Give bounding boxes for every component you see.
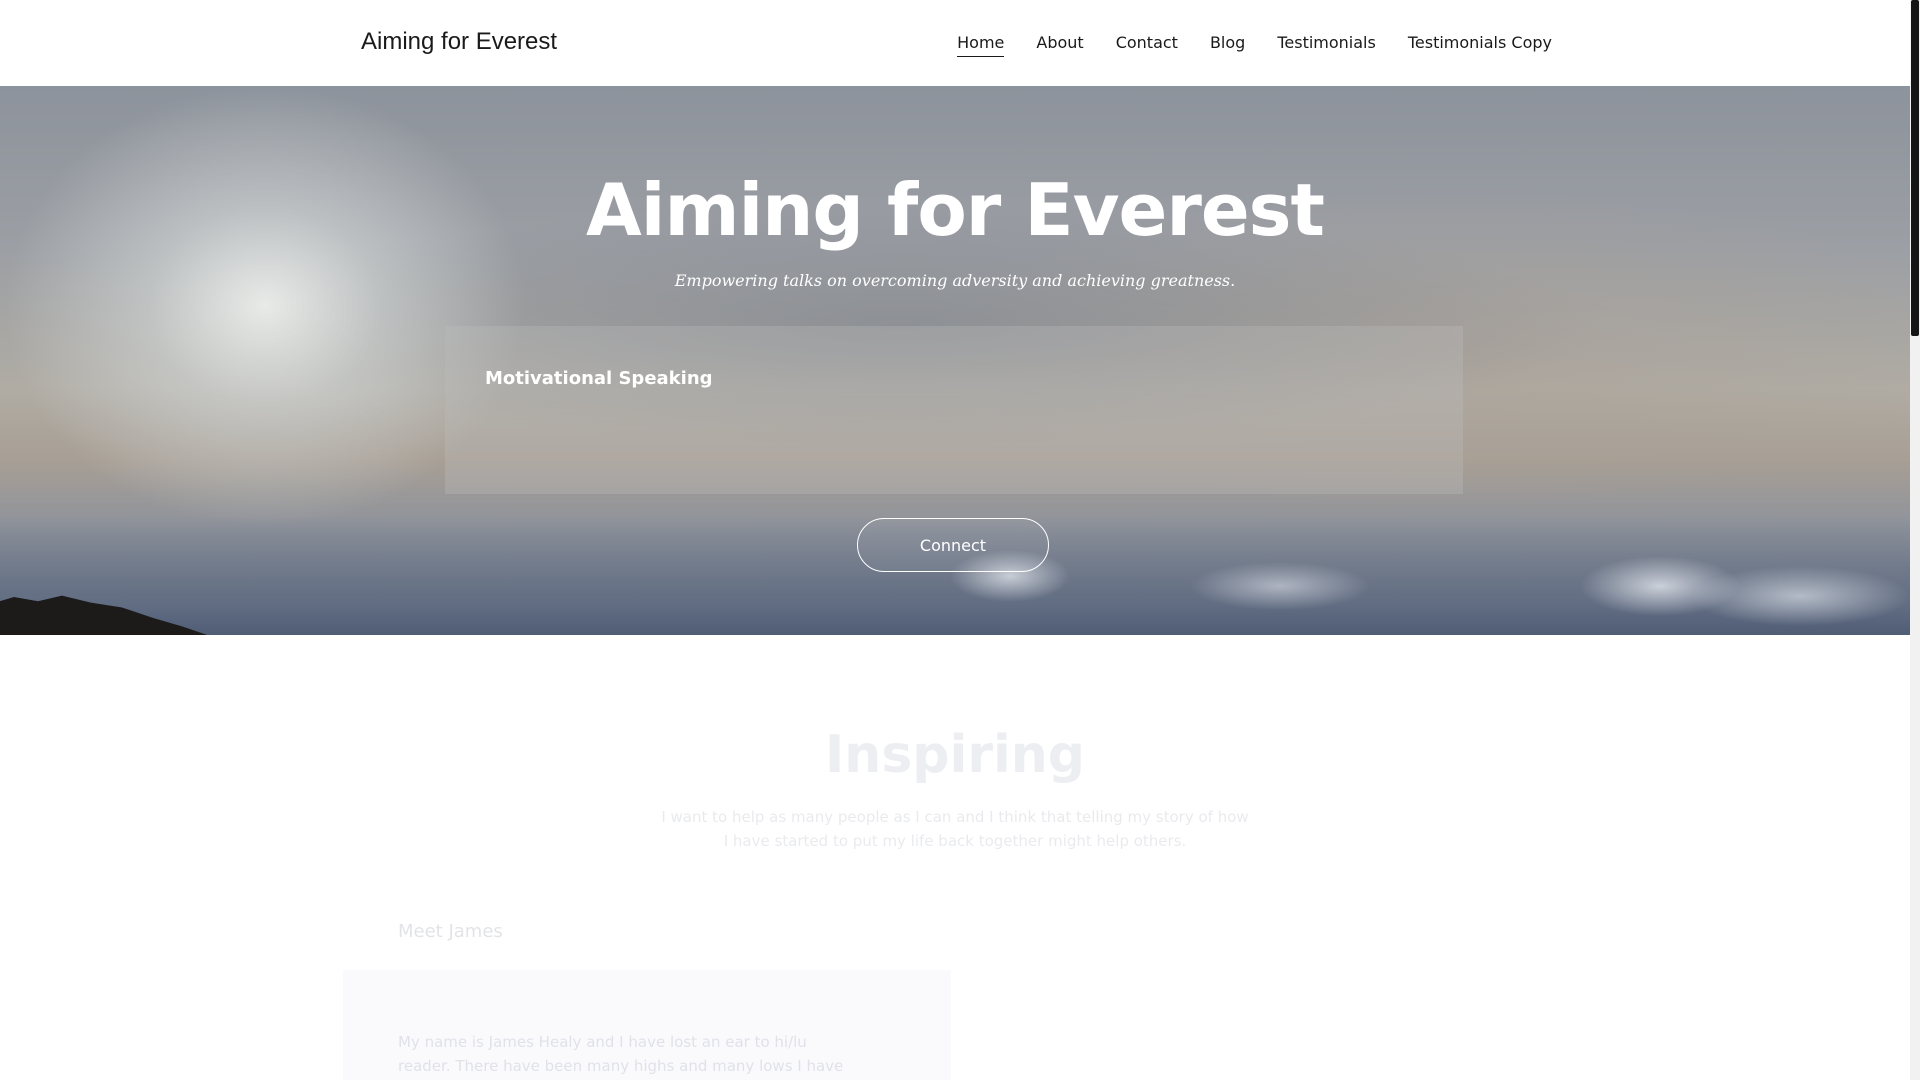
hero-card-title: Motivational Speaking (485, 368, 713, 389)
nav-item-about[interactable]: About (1036, 33, 1083, 57)
site-header: Aiming for Everest Home About Contact Bl… (0, 0, 1910, 86)
section-title: Inspiring (824, 725, 1086, 785)
inspiring-section: Inspiring I want to help as many people … (0, 635, 1910, 1080)
hero-title: Aiming for Everest (586, 168, 1325, 252)
section-text: I want to help as many people as I can a… (661, 808, 1249, 850)
meet-title: Meet James (398, 921, 503, 942)
nav-item-testimonials[interactable]: Testimonials (1277, 33, 1376, 57)
brand-logo-link[interactable]: Aiming for Everest (361, 28, 557, 56)
nav-item-blog[interactable]: Blog (1210, 33, 1245, 57)
meet-card: My name is James Healy and I have lost a… (343, 970, 951, 1080)
page: Aiming for Everest Home About Contact Bl… (0, 0, 1910, 1080)
connect-button[interactable]: Connect (857, 518, 1049, 572)
hero-feature-card: Motivational Speaking (445, 326, 1463, 494)
meet-text: My name is James Healy and I have lost a… (398, 1033, 844, 1075)
nav-item-contact[interactable]: Contact (1116, 33, 1178, 57)
hero-subtitle: Empowering talks on overcoming adversity… (674, 271, 1236, 290)
hero-section: Aiming for Everest Empowering talks on o… (0, 86, 1910, 635)
main-nav: Home About Contact Blog Testimonials Tes… (925, 33, 1552, 57)
nav-item-home[interactable]: Home (957, 33, 1005, 57)
nav-item-testimonials-copy[interactable]: Testimonials Copy (1408, 33, 1552, 57)
scrollbar-thumb[interactable] (1911, 0, 1919, 336)
page-scrollbar[interactable] (1910, 0, 1920, 1080)
